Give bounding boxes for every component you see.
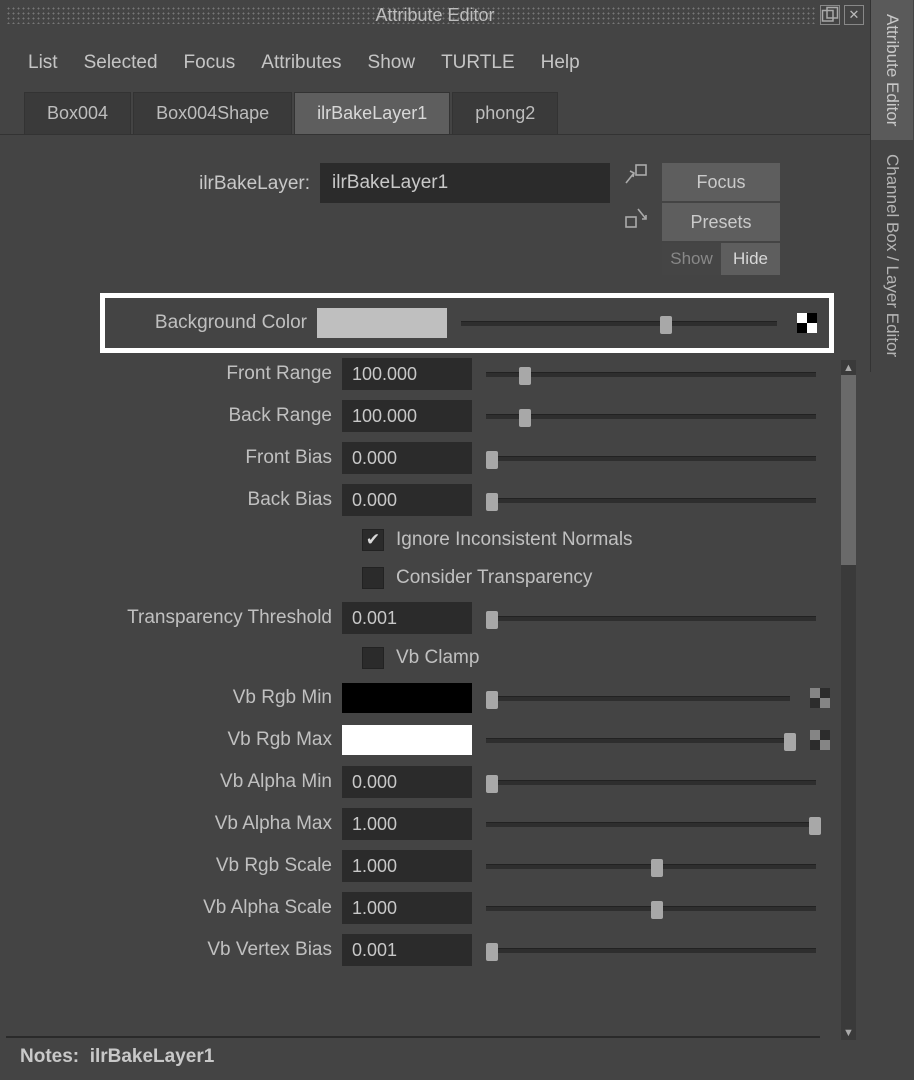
tab-ilrbakelayer1[interactable]: ilrBakeLayer1: [294, 92, 450, 134]
tab-box004[interactable]: Box004: [24, 92, 131, 134]
menu-show[interactable]: Show: [368, 52, 416, 74]
transparency-threshold-input[interactable]: [342, 602, 472, 634]
transparency-threshold-label: Transparency Threshold: [20, 607, 342, 629]
vb-alpha-max-slider[interactable]: [486, 822, 816, 827]
hide-button[interactable]: Hide: [721, 243, 780, 275]
vb-vertex-bias-input[interactable]: [342, 934, 472, 966]
notes-section[interactable]: Notes: ilrBakeLayer1: [6, 1036, 820, 1076]
vb-rgb-max-swatch[interactable]: [342, 725, 472, 755]
front-range-slider[interactable]: [486, 372, 816, 377]
menu-focus[interactable]: Focus: [184, 52, 236, 74]
ignore-inconsistent-checkbox[interactable]: ✔: [362, 529, 384, 551]
front-range-input[interactable]: [342, 358, 472, 390]
vb-alpha-min-slider[interactable]: [486, 780, 816, 785]
node-type-label: ilrBakeLayer:: [20, 163, 320, 195]
notes-node-name: ilrBakeLayer1: [90, 1046, 215, 1067]
presets-button[interactable]: Presets: [662, 203, 780, 241]
vb-rgb-min-swatch[interactable]: [342, 683, 472, 713]
vb-alpha-max-label: Vb Alpha Max: [20, 813, 342, 835]
vb-rgb-scale-label: Vb Rgb Scale: [20, 855, 342, 877]
vertical-scrollbar[interactable]: ▲ ▼: [841, 360, 856, 1040]
vb-alpha-min-input[interactable]: [342, 766, 472, 798]
menu-list[interactable]: List: [28, 52, 58, 74]
vb-rgb-max-connect-icon[interactable]: [810, 730, 830, 750]
upstream-icon[interactable]: [624, 163, 648, 187]
transparency-threshold-slider[interactable]: [486, 616, 816, 621]
downstream-icon[interactable]: [624, 205, 648, 229]
front-bias-input[interactable]: [342, 442, 472, 474]
vb-alpha-min-label: Vb Alpha Min: [20, 771, 342, 793]
background-color-connect-icon[interactable]: [797, 313, 817, 333]
checkmark-icon: ✔: [366, 530, 380, 550]
back-range-slider[interactable]: [486, 414, 816, 419]
front-bias-slider[interactable]: [486, 456, 816, 461]
tab-box004shape[interactable]: Box004Shape: [133, 92, 292, 134]
menu-turtle[interactable]: TURTLE: [441, 52, 515, 74]
menu-selected[interactable]: Selected: [84, 52, 158, 74]
consider-transparency-checkbox[interactable]: [362, 567, 384, 589]
tab-phong2[interactable]: phong2: [452, 92, 558, 134]
vb-rgb-min-connect-icon[interactable]: [810, 688, 830, 708]
back-bias-slider[interactable]: [486, 498, 816, 503]
back-range-label: Back Range: [20, 405, 342, 427]
node-name-input[interactable]: [320, 163, 610, 203]
scroll-down-arrow-icon[interactable]: ▼: [841, 1025, 856, 1040]
background-color-swatch[interactable]: [317, 308, 447, 338]
highlighted-attribute: Background Color: [100, 293, 834, 353]
background-color-label: Background Color: [117, 312, 317, 334]
restore-button[interactable]: [820, 5, 840, 25]
side-tab-attribute-editor[interactable]: Attribute Editor: [870, 0, 913, 140]
vb-rgb-scale-slider[interactable]: [486, 864, 816, 869]
vb-rgb-scale-input[interactable]: [342, 850, 472, 882]
attribute-editor-panel: Attribute Editor ✕ List Selected Focus A…: [0, 0, 870, 1080]
show-button[interactable]: Show: [662, 243, 721, 275]
side-tab-channel-box[interactable]: Channel Box / Layer Editor: [870, 140, 913, 371]
vb-alpha-max-input[interactable]: [342, 808, 472, 840]
scroll-up-arrow-icon[interactable]: ▲: [841, 360, 856, 375]
vb-alpha-scale-label: Vb Alpha Scale: [20, 897, 342, 919]
consider-transparency-label: Consider Transparency: [396, 567, 592, 589]
titlebar-grip-left[interactable]: [6, 6, 411, 24]
background-color-slider[interactable]: [461, 321, 777, 326]
vb-vertex-bias-slider[interactable]: [486, 948, 816, 953]
back-bias-label: Back Bias: [20, 489, 342, 511]
vb-rgb-max-slider[interactable]: [486, 738, 790, 743]
vb-rgb-min-slider[interactable]: [486, 696, 790, 701]
close-button[interactable]: ✕: [844, 5, 864, 25]
vb-clamp-checkbox[interactable]: [362, 647, 384, 669]
vb-clamp-label: Vb Clamp: [396, 647, 479, 669]
front-bias-label: Front Bias: [20, 447, 342, 469]
titlebar: Attribute Editor ✕: [0, 0, 870, 30]
node-header: ilrBakeLayer: Focus Presets Show Hide: [0, 135, 870, 283]
scrollbar-thumb[interactable]: [841, 375, 856, 565]
ignore-inconsistent-label: Ignore Inconsistent Normals: [396, 529, 633, 551]
vb-alpha-scale-input[interactable]: [342, 892, 472, 924]
vb-rgb-min-label: Vb Rgb Min: [20, 687, 342, 709]
back-bias-input[interactable]: [342, 484, 472, 516]
vb-alpha-scale-slider[interactable]: [486, 906, 816, 911]
menu-attributes[interactable]: Attributes: [261, 52, 341, 74]
node-tabs: Box004 Box004Shape ilrBakeLayer1 phong2: [0, 92, 870, 135]
side-tabs: Attribute Editor Channel Box / Layer Edi…: [870, 0, 914, 1080]
attributes-area: Front Range Back Range Front Bias Back B…: [0, 353, 870, 971]
notes-label: Notes:: [20, 1046, 79, 1067]
vb-rgb-max-label: Vb Rgb Max: [20, 729, 342, 751]
menu-help[interactable]: Help: [541, 52, 580, 74]
front-range-label: Front Range: [20, 363, 342, 385]
vb-vertex-bias-label: Vb Vertex Bias: [20, 939, 342, 961]
focus-button[interactable]: Focus: [662, 163, 780, 201]
back-range-input[interactable]: [342, 400, 472, 432]
menubar: List Selected Focus Attributes Show TURT…: [0, 30, 870, 92]
panel-title: Attribute Editor: [375, 5, 494, 26]
